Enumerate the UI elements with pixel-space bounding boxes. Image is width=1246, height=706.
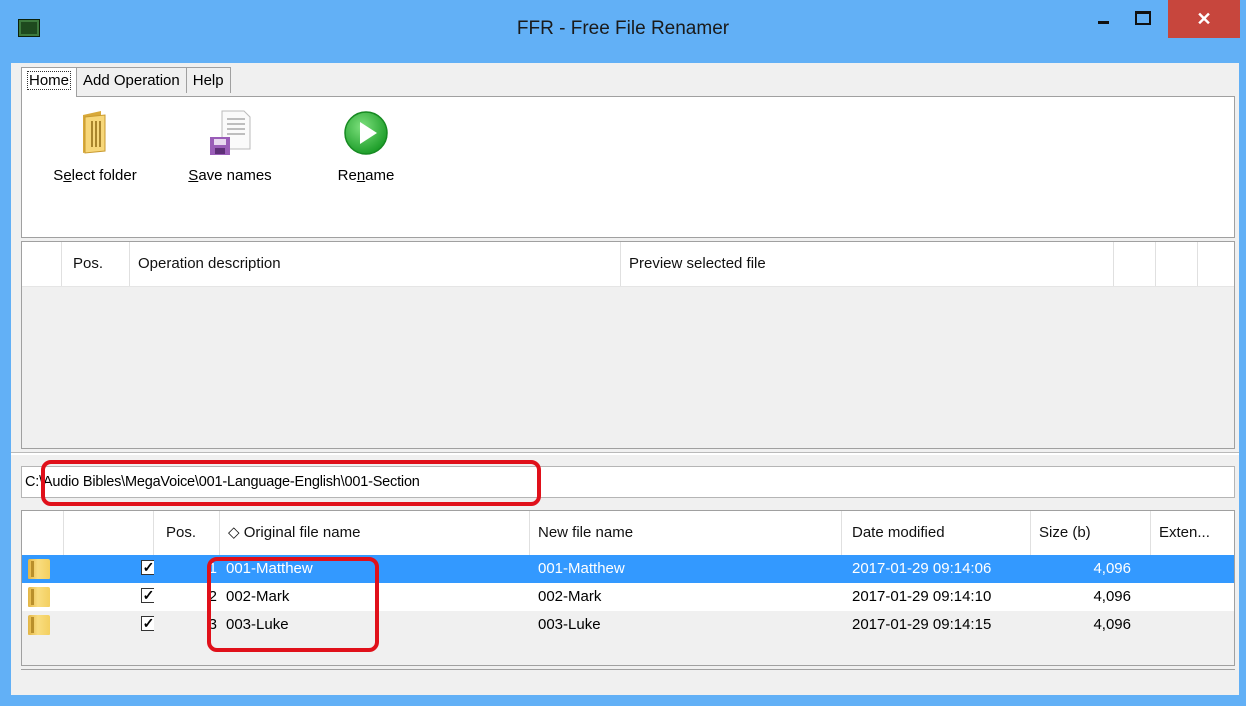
file-extension xyxy=(1141,555,1234,583)
files-header-size[interactable]: Size (b) xyxy=(1031,511,1151,555)
file-row[interactable]: ✓ 3 003-Luke 003-Luke 2017-01-29 09:14:1… xyxy=(22,611,1234,639)
ops-header-extra-3[interactable] xyxy=(1198,242,1234,286)
ribbon-tabs: Home Add Operation Help xyxy=(21,67,231,97)
file-pos: 3 xyxy=(208,616,217,633)
minimize-button[interactable] xyxy=(1086,0,1120,36)
operations-list[interactable]: Pos. Operation description Preview selec… xyxy=(21,241,1235,449)
status-bar xyxy=(21,669,1235,692)
save-icon xyxy=(206,109,254,157)
maximize-icon xyxy=(1135,11,1151,25)
ops-header-preview[interactable]: Preview selected file xyxy=(621,242,1114,286)
folder-path-field[interactable]: C:\Audio Bibles\MegaVoice\001-Language-E… xyxy=(21,466,1235,498)
file-date-modified: 2017-01-29 09:14:10 xyxy=(852,588,992,605)
file-original-name: 002-Mark xyxy=(226,588,290,605)
save-names-label: Save names xyxy=(188,167,272,184)
tab-add-operation[interactable]: Add Operation xyxy=(76,67,187,93)
files-header-date[interactable]: Date modified xyxy=(842,511,1031,555)
tab-home[interactable]: Home xyxy=(21,67,78,97)
minimize-icon xyxy=(1097,20,1109,24)
file-size: 4,096 xyxy=(1093,588,1131,605)
tab-home-label: Home xyxy=(26,71,72,90)
file-checkbox[interactable]: ✓ xyxy=(141,616,154,631)
ops-header-description[interactable]: Operation description xyxy=(130,242,621,286)
ops-header-pos[interactable]: Pos. xyxy=(62,242,130,286)
maximize-button[interactable] xyxy=(1126,0,1160,36)
save-names-button[interactable]: Save names xyxy=(178,109,282,184)
folder-icon xyxy=(28,559,50,579)
rename-button[interactable]: Rename xyxy=(328,109,404,184)
file-pos: 2 xyxy=(208,588,217,605)
ribbon-panel: Select folder Save names Rename xyxy=(21,96,1235,238)
ops-header-extra-1[interactable] xyxy=(1114,242,1156,286)
file-new-name: 001-Matthew xyxy=(538,560,625,577)
files-header-check[interactable] xyxy=(64,511,154,555)
folder-icon xyxy=(71,109,119,157)
file-original-name: 001-Matthew xyxy=(226,560,313,577)
file-original-name: 003-Luke xyxy=(226,616,289,633)
file-new-name: 002-Mark xyxy=(538,588,602,605)
file-extension xyxy=(1141,583,1234,611)
files-header-pos[interactable]: Pos. xyxy=(154,511,220,555)
file-row[interactable]: ✓ 1 001-Matthew 001-Matthew 2017-01-29 0… xyxy=(22,555,1234,583)
window-title: FFR - Free File Renamer xyxy=(516,18,730,39)
close-icon: ✕ xyxy=(1196,8,1212,29)
files-header-new[interactable]: New file name xyxy=(530,511,842,555)
operations-header: Pos. Operation description Preview selec… xyxy=(22,242,1234,287)
files-header-original[interactable]: ◇ Original file name xyxy=(220,511,530,555)
title-bar[interactable]: FFR - Free File Renamer ✕ xyxy=(0,0,1246,58)
file-date-modified: 2017-01-29 09:14:06 xyxy=(852,560,992,577)
file-size: 4,096 xyxy=(1093,616,1131,633)
files-list[interactable]: Pos. ◇ Original file name New file name … xyxy=(21,510,1235,666)
tab-add-operation-label: Add Operation xyxy=(83,72,180,89)
file-checkbox[interactable]: ✓ xyxy=(141,588,154,603)
file-new-name: 003-Luke xyxy=(538,616,601,633)
folder-icon xyxy=(28,615,50,635)
ops-header-extra-2[interactable] xyxy=(1156,242,1198,286)
play-icon xyxy=(342,109,390,157)
select-folder-label: Select folder xyxy=(53,167,137,184)
tab-help[interactable]: Help xyxy=(185,67,231,93)
file-checkbox[interactable]: ✓ xyxy=(141,560,154,575)
file-pos: 1 xyxy=(208,560,217,577)
files-header-extension[interactable]: Exten... xyxy=(1151,511,1234,555)
folder-icon xyxy=(28,587,50,607)
ops-header-blank xyxy=(22,242,62,286)
files-header-icon xyxy=(22,511,64,555)
client-area: Home Add Operation Help Select folder Sa… xyxy=(11,63,1239,695)
select-folder-button[interactable]: Select folder xyxy=(42,109,148,184)
splitter[interactable] xyxy=(11,452,1239,455)
file-size: 4,096 xyxy=(1093,560,1131,577)
app-window: FFR - Free File Renamer ✕ Home Add Opera… xyxy=(0,0,1246,706)
file-extension xyxy=(1141,611,1234,639)
file-row[interactable]: ✓ 2 002-Mark 002-Mark 2017-01-29 09:14:1… xyxy=(22,583,1234,611)
files-header: Pos. ◇ Original file name New file name … xyxy=(22,511,1234,555)
file-date-modified: 2017-01-29 09:14:15 xyxy=(852,616,992,633)
rename-label: Rename xyxy=(337,167,395,184)
tab-help-label: Help xyxy=(192,72,224,89)
close-button[interactable]: ✕ xyxy=(1168,0,1240,38)
